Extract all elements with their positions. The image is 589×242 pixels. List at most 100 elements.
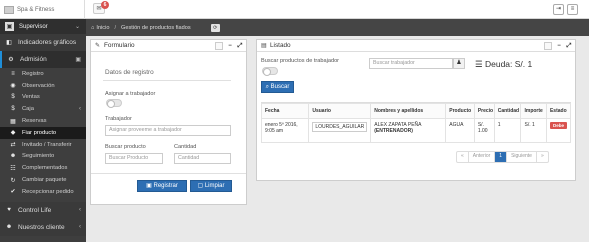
expand-icon[interactable]: ⤢ [566, 42, 572, 50]
save-icon: ▣ [146, 183, 154, 189]
assign-toggle[interactable] [106, 99, 122, 108]
lock-icon[interactable]: ♟ [453, 58, 465, 69]
panel-option-checkbox[interactable] [215, 42, 223, 50]
sidebar-item-label: Cambiar paquete [22, 177, 67, 184]
pager-last[interactable]: » [537, 152, 548, 162]
worker-input[interactable]: Asignar proveeme a trabajador [105, 125, 231, 136]
transfer-icon: ⇄ [10, 142, 16, 149]
sidebar-user[interactable]: ▣ Supervisor ⌄ [0, 19, 86, 34]
pager-next[interactable]: Siguiente [507, 152, 537, 162]
sidebar-item-label: Complementados [22, 165, 68, 172]
pager-page[interactable]: 1 [495, 152, 508, 162]
users-icon: ☻ [5, 224, 13, 231]
search-toggle[interactable] [262, 67, 278, 76]
debt-text: Deuda: S/. 1 [484, 59, 533, 69]
nombre-extra-text: (ENTRENADOR) [374, 128, 413, 134]
calendar-icon: ▦ [10, 118, 16, 125]
cash-icon: $ [11, 106, 15, 113]
brand[interactable]: Spa & Fitness [0, 0, 85, 19]
sidebar-item-nuestros-cliente[interactable]: ☻ Nuestros cliente ‹ [0, 218, 86, 236]
sidebar-item-control-life[interactable]: ♥ Control Life ‹ [0, 201, 86, 219]
cell-fecha: enero 5º 2016, 9:05 am [260, 118, 310, 143]
sidebar-item-label: Invitado / Transferir [22, 141, 72, 148]
app-title: Spa & Fitness [17, 6, 55, 13]
pager-first[interactable]: « [457, 152, 469, 162]
notifications-button[interactable]: ✉ 6 [93, 1, 109, 14]
expand-icon[interactable]: ⤢ [237, 42, 243, 50]
divider [91, 173, 246, 174]
breadcrumb-home[interactable]: Inicio [96, 25, 109, 31]
sidebar-item-ventas[interactable]: $ Ventas [0, 92, 86, 104]
table-header-row: Fecha Usuario Nombres y apellidos Produc… [260, 103, 572, 119]
column-header[interactable]: Estado [545, 103, 572, 119]
panel-option-checkbox[interactable] [544, 42, 552, 50]
register-button[interactable]: ▣ Registrar [137, 180, 187, 192]
sidebar-item-invitado[interactable]: ⇄ Invitado / Transferir [0, 139, 86, 151]
cart-icon: ◆ [10, 130, 16, 137]
breadcrumb-separator: / [114, 24, 117, 31]
sidebar-item-cambiar-paquete[interactable]: ↻ Cambiar paquete [0, 174, 86, 186]
column-header[interactable]: Importe [520, 103, 547, 119]
search-button-label: Buscar [270, 84, 290, 90]
search-worker-input[interactable]: Buscar trabajador [369, 58, 453, 69]
list-panel-title: Listado [270, 42, 291, 49]
status-badge[interactable]: Debe [549, 122, 567, 129]
users-icon: ☻ [9, 153, 17, 160]
sidebar-item-seguimiento[interactable]: ☻ Seguimiento [0, 151, 86, 163]
column-header[interactable]: Precio [473, 103, 495, 119]
sidebar-item-label: Caja [22, 106, 34, 113]
sidebar-item-observacion[interactable]: ◉ Observación [0, 80, 86, 92]
sidebar-item-complementados[interactable]: ☷ Complementados [0, 162, 86, 174]
sidebar-item-label: Registro [22, 70, 44, 77]
sidebar-item-label: Nuestros cliente [18, 223, 65, 231]
table-row[interactable]: enero 5º 2016, 9:05 am LOURDES_AGUILAR A… [260, 118, 572, 143]
edit-icon: ✎ [95, 42, 101, 49]
sidebar-item-label: Indicadores gráficos [18, 39, 77, 46]
product-search-input[interactable]: Buscar Producto [105, 153, 163, 164]
check-icon: ✔ [10, 189, 16, 196]
file-icon: ▢ [197, 183, 205, 189]
sidebar-item-reservas[interactable]: ▦ Reservas [0, 115, 86, 127]
qty-input[interactable]: Cantidad [174, 153, 231, 164]
cell-estado: Debe [545, 118, 572, 143]
clear-button-label: Limpiar [204, 183, 225, 189]
search-worker-label: Buscar productos de trabajador [261, 58, 340, 64]
sidebar-item-label: Seguimiento [22, 153, 55, 160]
minimize-icon[interactable]: − [556, 42, 562, 50]
column-header[interactable]: Producto [445, 103, 475, 119]
assign-label: Asignar a trabajador [105, 91, 156, 97]
chart-icon: ◧ [6, 40, 12, 46]
pagination: « Anterior 1 Siguiente » [456, 151, 549, 163]
pager-prev[interactable]: Anterior [469, 152, 496, 162]
sidebar-item-admision[interactable]: ⚙ Admisión ▣ [0, 51, 86, 68]
minimize-icon[interactable]: − [227, 42, 233, 50]
wallet-icon: ☰ [475, 59, 485, 69]
cell-nombre: ALEX ZAPATA PEÑA (ENTRENADOR) [370, 118, 447, 143]
sidebar-item-recepcionar[interactable]: ✔ Recepcionar pedido [0, 186, 86, 198]
column-header[interactable]: Fecha [260, 103, 310, 119]
collapse-icon: ▣ [75, 57, 81, 63]
debt-total: ☰ Deuda: S/. 1 [475, 59, 532, 70]
column-header[interactable]: Cantidad [493, 103, 522, 119]
sidebar-item-indicadores[interactable]: ◧ Indicadores gráficos [0, 34, 86, 51]
sidebar-item-registro[interactable]: ≡ Registro [0, 68, 86, 80]
hamburger-icon: ≡ [570, 6, 575, 12]
worker-label: Trabajador [105, 116, 132, 122]
menu-button[interactable]: ≡ [567, 4, 578, 15]
chevron-left-icon: ‹ [79, 106, 81, 113]
column-header[interactable]: Nombres y apellidos [370, 103, 447, 119]
sidebar-item-fiar-producto[interactable]: ◆ Fiar producto [0, 126, 86, 139]
logout-button[interactable]: ⇥ [553, 4, 564, 15]
sidebar-item-label: Recepcionar pedido [22, 188, 74, 195]
search-button[interactable]: ⌕ Buscar [261, 81, 294, 93]
refresh-button[interactable]: ⟳ [210, 23, 220, 32]
cell-precio: S/. 1.00 [473, 118, 495, 143]
top-bar: Spa & Fitness ✉ 6 ⇥ ≡ [0, 0, 589, 19]
sidebar-item-caja[interactable]: $ Caja ‹ [0, 103, 86, 115]
list-icon: ≡ [11, 70, 15, 77]
list-panel-header: ▤ Listado − ⤢ [257, 40, 575, 52]
eye-icon: ◉ [10, 83, 16, 90]
column-header[interactable]: Usuario [308, 103, 372, 119]
clear-button[interactable]: ▢ Limpiar [190, 180, 232, 192]
breadcrumb: ⌂ Inicio / Gestión de productos fiados ⟳ [86, 19, 589, 36]
